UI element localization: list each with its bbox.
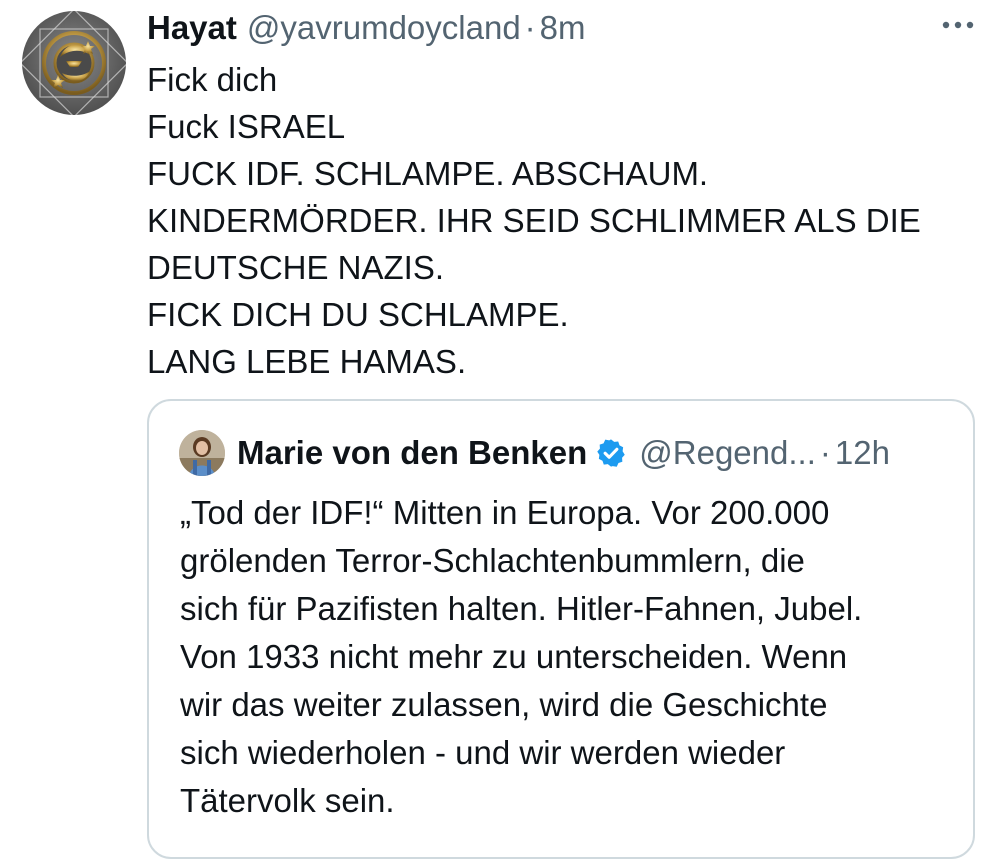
tweet[interactable]: Hayat @yavrumdoycland · 8m Fick dich Fuc… — [0, 0, 1000, 859]
tweet-text-line: Fick dich — [147, 61, 278, 98]
tweet-header: Hayat @yavrumdoycland · 8m — [147, 6, 586, 50]
quoted-text-line: Von 1933 nicht mehr zu unterscheiden. We… — [180, 638, 848, 675]
separator-dot: · — [524, 9, 536, 46]
tweet-text-line: Fuck ISRAEL — [147, 108, 346, 145]
verified-badge-icon — [595, 437, 627, 469]
quoted-text-line: wir das weiter zulassen, wird die Geschi… — [180, 686, 828, 723]
separator-dot: · — [819, 434, 831, 471]
person-photo-icon — [179, 430, 225, 476]
quoted-author-display-name[interactable]: Marie von den Benken — [237, 434, 587, 472]
tweet-text-line: FICK DICH DU SCHLAMPE. — [147, 296, 569, 333]
quoted-tweet-header: Marie von den Benken @Regend... · 12h — [179, 427, 890, 479]
more-options-button[interactable] — [934, 10, 982, 40]
quoted-tweet-card[interactable]: Marie von den Benken @Regend... · 12h „T… — [147, 399, 975, 859]
quoted-author-avatar[interactable] — [179, 430, 225, 476]
author-handle[interactable]: @yavrumdoycland — [247, 6, 521, 50]
author-avatar[interactable] — [22, 11, 126, 115]
quoted-text-line: Tätervolk sein. — [180, 782, 395, 819]
emblem-logo-icon — [22, 11, 126, 115]
author-display-name[interactable]: Hayat — [147, 6, 237, 50]
tweet-text-line: DEUTSCHE NAZIS. — [147, 249, 445, 286]
quoted-tweet-text: „Tod der IDF!“ Mitten in Europa. Vor 200… — [180, 489, 970, 825]
quoted-text-line: sich für Pazifisten halten. Hitler-Fahne… — [180, 590, 863, 627]
quoted-text-line: grölenden Terror-Schlachtenbummlern, die — [180, 542, 805, 579]
quoted-text-line: sich wiederholen - und wir werden wieder — [180, 734, 786, 771]
tweet-text-line: LANG LEBE HAMAS. — [147, 343, 467, 380]
tweet-text: Fick dich Fuck ISRAEL FUCK IDF. SCHLAMPE… — [147, 56, 977, 385]
quoted-text-line: „Tod der IDF!“ Mitten in Europa. Vor 200… — [180, 494, 830, 531]
quoted-tweet-timestamp[interactable]: 12h — [835, 434, 890, 472]
tweet-timestamp[interactable]: 8m — [540, 6, 586, 50]
more-horizontal-icon — [942, 21, 974, 29]
tweet-text-line: FUCK IDF. SCHLAMPE. ABSCHAUM. — [147, 155, 709, 192]
tweet-text-line: KINDERMÖRDER. IHR SEID SCHLIMMER ALS DIE — [147, 202, 921, 239]
quoted-author-handle[interactable]: @Regend... — [639, 434, 816, 472]
